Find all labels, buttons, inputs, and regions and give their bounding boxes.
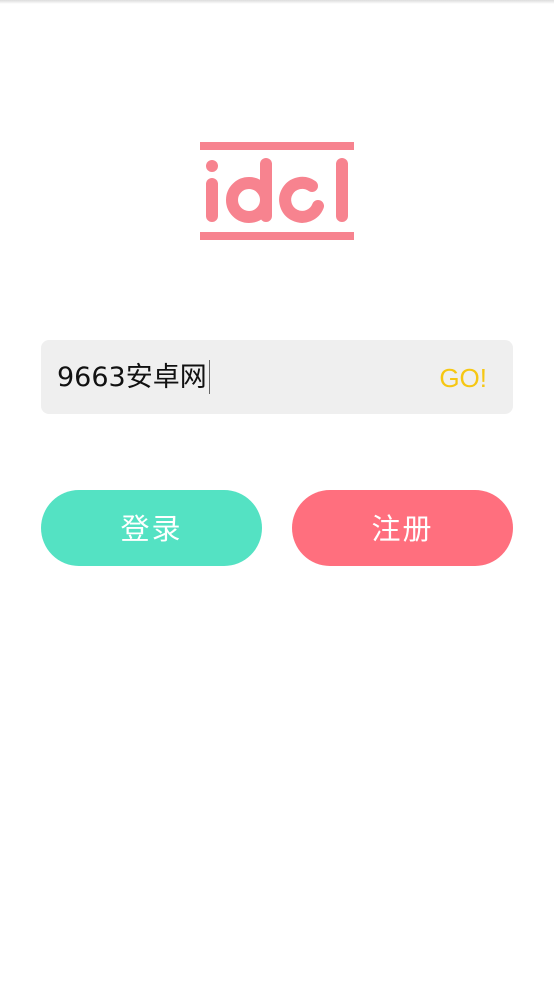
idol-logo-icon bbox=[200, 142, 354, 240]
text-cursor bbox=[208, 359, 210, 394]
search-input-text: 9663安卓网 bbox=[57, 362, 207, 393]
login-button[interactable]: 登录 bbox=[41, 490, 262, 566]
register-button[interactable]: 注册 bbox=[292, 490, 513, 566]
go-button[interactable]: GO! bbox=[439, 340, 487, 414]
search-input[interactable]: 9663安卓网 bbox=[57, 340, 210, 414]
status-bar-shadow bbox=[0, 0, 554, 4]
search-field[interactable]: 9663安卓网 GO! bbox=[41, 340, 513, 414]
idol-logo bbox=[200, 142, 354, 242]
